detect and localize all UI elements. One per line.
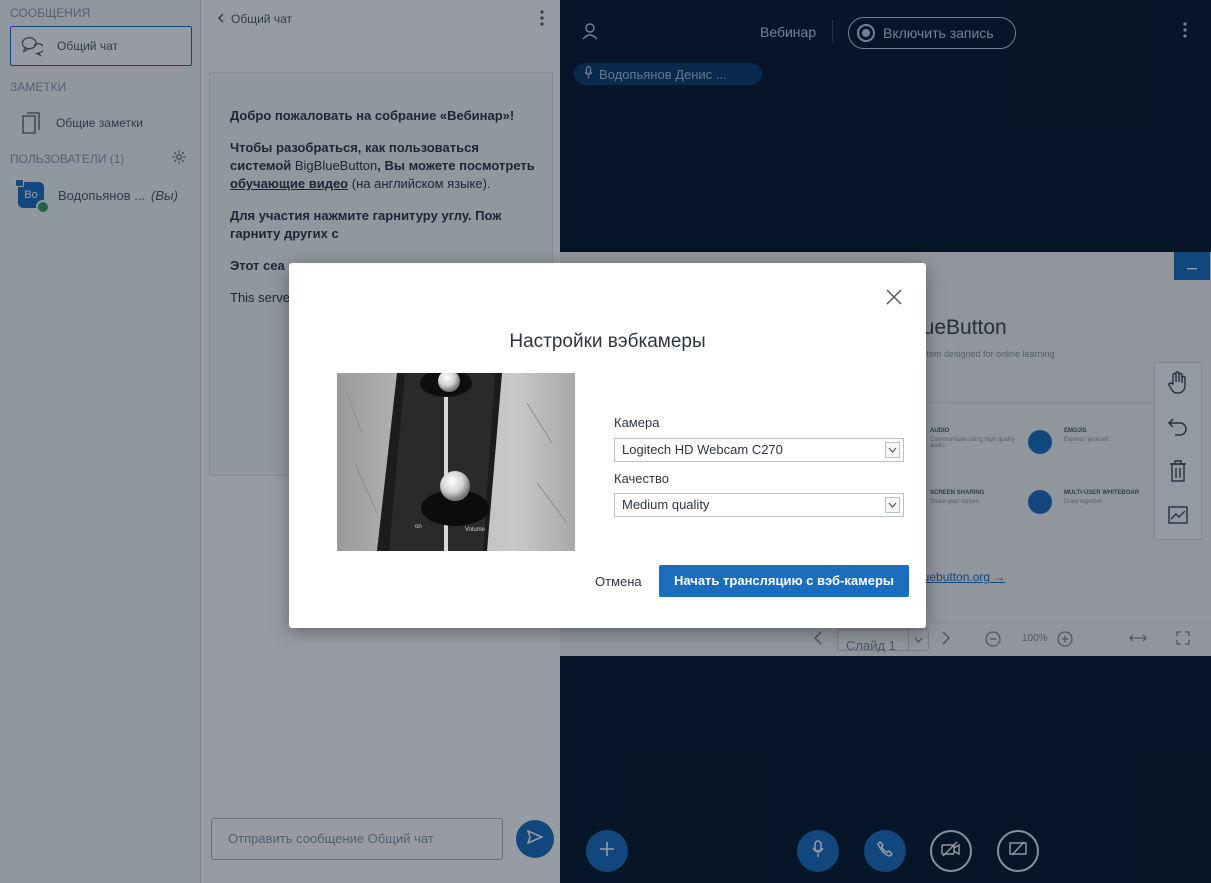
- webcam-settings-modal: Настройки вэбкамеры on Volume Камера Log…: [289, 263, 926, 628]
- camera-select[interactable]: Logitech HD Webcam C270: [614, 438, 904, 462]
- preview-text: on: [415, 524, 422, 530]
- chevron-down-icon: [885, 442, 900, 458]
- modal-title: Настройки вэбкамеры: [509, 331, 706, 352]
- webcam-preview: on Volume: [337, 373, 575, 551]
- cancel-button[interactable]: Отмена: [595, 566, 642, 598]
- quality-select[interactable]: Medium quality: [614, 493, 904, 517]
- chevron-down-icon: [885, 497, 900, 513]
- preview-text: Volume: [465, 527, 486, 533]
- close-icon[interactable]: [882, 285, 906, 309]
- camera-label: Камера: [614, 415, 660, 430]
- quality-label: Качество: [614, 471, 669, 486]
- start-webcam-button[interactable]: Начать трансляцию с вэб-камеры: [659, 565, 909, 597]
